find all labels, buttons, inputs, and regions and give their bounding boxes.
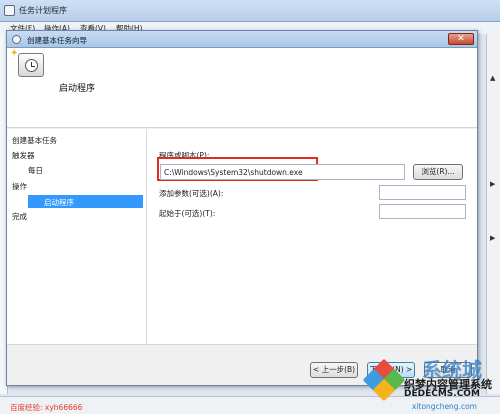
back-button[interactable]: < 上一步(B) — [310, 362, 358, 378]
watermark-line3: xitongcheng.com — [412, 402, 477, 411]
start-in-label: 起始于(可选)(T): — [159, 209, 216, 218]
wizard-steps: 创建基本任务 触发器 每日 操作 启动程序 完成 — [7, 129, 147, 344]
triangle-right-icon[interactable]: ▶ — [490, 234, 495, 242]
step-finish[interactable]: 完成 — [12, 211, 27, 222]
task-scheduler-icon — [4, 5, 15, 16]
back-arrow-icon[interactable] — [12, 35, 21, 44]
program-path-input[interactable]: C:\Windows\System32\shutdown.exe — [160, 164, 405, 180]
wizard-content: 程序或脚本(P): C:\Windows\System32\shutdown.e… — [147, 129, 477, 344]
watermark-line2: DEDECMS.COM — [404, 389, 480, 399]
step-create-basic-task[interactable]: 创建基本任务 — [12, 135, 57, 146]
start-in-input[interactable] — [379, 204, 466, 219]
actions-pane: ▲ ▶ ▶ — [486, 34, 500, 394]
browse-button[interactable]: 浏览(R)... — [413, 164, 463, 180]
step-trigger[interactable]: 触发器 — [12, 150, 35, 161]
watermark-baidu: 百度经验: xyh66666 — [10, 403, 83, 412]
triangle-right-icon[interactable]: ▶ — [490, 180, 495, 188]
watermark-xitongcheng: 系统城 织梦内容管理系统 DEDECMS.COM xitongcheng.com — [362, 356, 500, 414]
triangle-up-icon[interactable]: ▲ — [490, 74, 495, 82]
create-basic-task-wizard: 创建基本任务向导 ✕ ✦ 启动程序 创建基本任务 触发器 每日 操作 启动程序 … — [6, 30, 478, 386]
windows-logo-icon — [362, 358, 406, 402]
star-icon: ✦ — [10, 48, 19, 59]
page-title: 启动程序 — [59, 84, 96, 94]
dialog-title: 创建基本任务向导 — [27, 36, 87, 45]
app-title: 任务计划程序 — [19, 6, 67, 15]
wizard-header: ✦ 启动程序 — [7, 48, 477, 128]
close-button[interactable]: ✕ — [448, 33, 474, 45]
arguments-input[interactable] — [379, 185, 466, 200]
task-clock-icon — [18, 53, 44, 77]
step-action[interactable]: 操作 — [12, 181, 27, 192]
step-daily[interactable]: 每日 — [28, 165, 43, 176]
step-start-program[interactable]: 启动程序 — [28, 195, 143, 208]
app-title-bar: 任务计划程序 — [0, 0, 500, 22]
dialog-title-bar: 创建基本任务向导 ✕ — [7, 31, 477, 48]
arguments-label: 添加参数(可选)(A): — [159, 189, 224, 198]
